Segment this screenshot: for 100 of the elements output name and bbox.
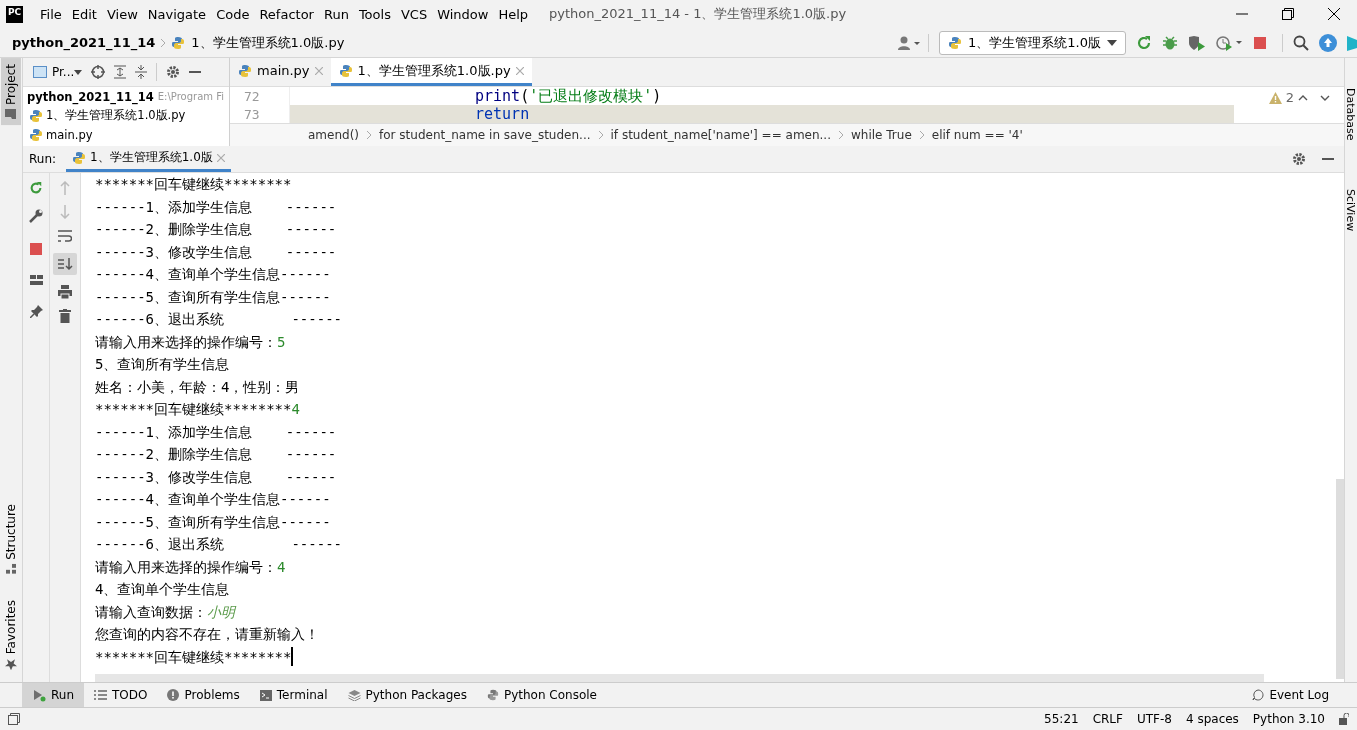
- menu-item[interactable]: File: [35, 3, 67, 25]
- tool-window-tab[interactable]: Terminal: [249, 683, 338, 707]
- horizontal-scrollbar[interactable]: [95, 674, 1264, 682]
- menu-item[interactable]: Tools: [353, 3, 396, 25]
- terminal-icon: [259, 689, 272, 701]
- console-line: ------5、查询所有学生信息------: [95, 287, 332, 307]
- event-log-tab[interactable]: Event Log: [1242, 683, 1339, 707]
- tool-window-tab[interactable]: Run: [22, 683, 84, 707]
- crosshair-icon[interactable]: [91, 65, 106, 79]
- collapse-all-icon[interactable]: [135, 65, 148, 79]
- wrench-icon[interactable]: [29, 209, 43, 223]
- run-label: Run:: [29, 152, 57, 166]
- chevron-icon: [839, 131, 843, 139]
- console-line: 姓名：小美，年龄：4，性别：男: [95, 377, 301, 397]
- list-icon: [94, 689, 107, 701]
- vertical-scrollbar[interactable]: [1336, 479, 1344, 679]
- console-line: 5、查询所有学生信息: [95, 355, 231, 374]
- breadcrumb[interactable]: for student_name in save_studen...: [379, 128, 591, 142]
- breadcrumb[interactable]: if student_name['name'] == amen...: [610, 128, 831, 142]
- breadcrumb[interactable]: elif num == '4': [931, 128, 1023, 142]
- rerun-icon[interactable]: [29, 181, 43, 195]
- print-icon[interactable]: [58, 285, 72, 299]
- project-root-item[interactable]: python_2021_11_14: [27, 89, 154, 104]
- minimize-panel-icon[interactable]: [189, 71, 202, 73]
- rerun-icon[interactable]: [1136, 34, 1152, 51]
- tool-window-tab[interactable]: Python Console: [476, 683, 607, 707]
- search-icon[interactable]: [1293, 34, 1309, 51]
- tool-window-tab[interactable]: Database: [1345, 84, 1357, 145]
- python-file-icon: [29, 127, 43, 142]
- tool-window-tab[interactable]: SciView: [1345, 184, 1357, 235]
- tool-window-tab[interactable]: Problems: [157, 683, 250, 707]
- console-line: ------1、添加学生信息 ------: [95, 422, 338, 442]
- console-line: ------6、退出系统 ------: [95, 535, 343, 554]
- star-icon: [5, 658, 17, 670]
- console-line: ------5、查询所有学生信息------: [95, 512, 332, 532]
- run-configuration-dropdown[interactable]: 1、学生管理系统1.0版: [939, 30, 1126, 55]
- shield-play-icon[interactable]: [1188, 34, 1206, 51]
- file-breadcrumb[interactable]: 1、学生管理系统1.0版.py: [191, 33, 345, 52]
- console-line: 请输入查询数据：小明: [95, 602, 238, 622]
- settings-icon[interactable]: [1292, 152, 1306, 166]
- menu-item[interactable]: View: [101, 3, 143, 25]
- editor-tab[interactable]: main.py: [230, 58, 331, 86]
- window-title: python_2021_11_14 - 1、学生管理系统1.0版.py: [549, 5, 847, 23]
- menu-item[interactable]: VCS: [395, 3, 433, 25]
- bug-icon[interactable]: [1162, 34, 1178, 51]
- caret-icon: [74, 69, 83, 75]
- trash-icon[interactable]: [59, 309, 71, 323]
- status-item[interactable]: 4 spaces: [1185, 712, 1239, 726]
- folder-icon: [5, 109, 17, 120]
- user-icon[interactable]: [898, 35, 923, 50]
- python-file-icon: [72, 150, 87, 165]
- expand-all-icon[interactable]: [114, 65, 127, 79]
- breadcrumb[interactable]: while True: [851, 128, 912, 142]
- file-tree-item[interactable]: main.py: [46, 127, 93, 142]
- pin-icon[interactable]: [29, 305, 43, 318]
- project-breadcrumb[interactable]: python_2021_11_14: [12, 35, 156, 50]
- tool-window-tab[interactable]: Favorites: [1, 593, 21, 676]
- menu-item[interactable]: Window: [432, 3, 494, 25]
- status-item[interactable]: CRLF: [1092, 712, 1123, 726]
- code-line: print('已退出修改模块'): [474, 87, 663, 105]
- panel-icon: [33, 66, 47, 78]
- tool-window-tab[interactable]: Python Packages: [337, 683, 477, 707]
- scroll-to-end-icon[interactable]: [53, 253, 77, 275]
- profile-icon[interactable]: [1216, 34, 1244, 51]
- python-file-icon: [29, 108, 43, 123]
- close-icon[interactable]: [1328, 8, 1340, 20]
- menu-item[interactable]: Edit: [66, 3, 102, 25]
- breadcrumb[interactable]: amend(): [308, 128, 359, 142]
- status-item[interactable]: 55:21: [1044, 712, 1079, 726]
- console-line: 请输入用来选择的操作编号：5: [95, 332, 287, 352]
- run-icon: [32, 688, 46, 702]
- menu-item[interactable]: Navigate: [142, 3, 212, 25]
- layout-icon[interactable]: [29, 275, 43, 285]
- console-line: ------1、添加学生信息 ------: [95, 197, 338, 217]
- status-item[interactable]: Python 3.10: [1252, 712, 1325, 726]
- chevron-icon: [598, 131, 603, 139]
- menu-item[interactable]: Run: [318, 3, 354, 25]
- project-view-dropdown[interactable]: Pr...: [52, 65, 75, 79]
- chevron-icon: [367, 131, 371, 139]
- menu-item[interactable]: Help: [493, 3, 534, 25]
- project-path: E:\Program Fi: [157, 91, 224, 102]
- menu-item[interactable]: Refactor: [254, 3, 319, 25]
- panel-toggle-icon[interactable]: [8, 713, 20, 725]
- stop-icon[interactable]: [1254, 36, 1266, 49]
- settings-icon[interactable]: [166, 65, 181, 79]
- lock-icon[interactable]: [1339, 713, 1349, 725]
- console-line: *******回车键继续********4: [95, 400, 301, 419]
- update-icon[interactable]: [1319, 33, 1337, 52]
- file-tree-item[interactable]: 1、学生管理系统1.0版.py: [46, 108, 186, 123]
- tool-window-tab[interactable]: TODO: [84, 683, 158, 707]
- tool-window-tab[interactable]: Structure: [1, 497, 21, 580]
- soft-wrap-icon[interactable]: [58, 229, 72, 243]
- editor-tab[interactable]: 1、学生管理系统1.0版.py: [330, 58, 532, 86]
- menu-item[interactable]: Code: [211, 3, 255, 25]
- tool-window-tab[interactable]: Project: [1, 58, 21, 126]
- structure-icon: [6, 563, 16, 574]
- speech-bubble-icon: [1252, 689, 1265, 701]
- python-file-icon: [171, 35, 186, 50]
- restore-icon[interactable]: [1282, 8, 1294, 20]
- status-item[interactable]: UTF-8: [1136, 712, 1172, 726]
